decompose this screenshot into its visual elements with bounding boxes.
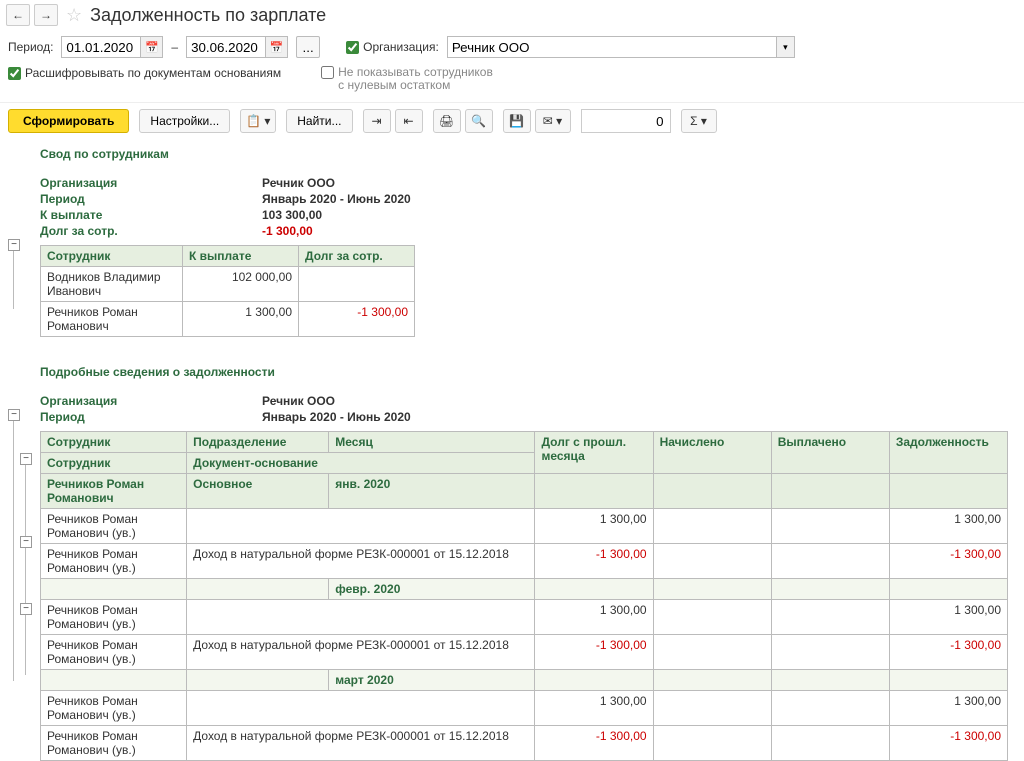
summary-table: Сотрудник К выплате Долг за сотр. Водник… xyxy=(40,245,415,337)
col-employee2: Сотрудник xyxy=(41,453,187,474)
calendar-to-icon[interactable]: 📅 xyxy=(266,36,288,58)
table-row: Водников Владимир Иванович 102 000,00 xyxy=(41,267,415,302)
expand-all-icon[interactable]: ⇥ xyxy=(363,109,391,133)
org-input[interactable] xyxy=(447,36,777,58)
org-dropdown-icon[interactable]: ▾ xyxy=(777,36,795,58)
date-to-input[interactable] xyxy=(186,36,266,58)
col-employee: Сотрудник xyxy=(41,246,183,267)
hide-zero-label: Не показывать сотрудников с нулевым оста… xyxy=(338,66,493,92)
summary-org-label: Организация xyxy=(40,176,262,190)
month-row: март 2020 xyxy=(41,670,1008,691)
period-ellipsis-button[interactable]: ... xyxy=(296,36,320,58)
col-debt: Задолженность xyxy=(889,432,1007,474)
date-from-input[interactable] xyxy=(61,36,141,58)
col-pay: К выплате xyxy=(183,246,299,267)
collapse-toggle-icon[interactable]: − xyxy=(20,536,32,548)
collapse-toggle-icon[interactable]: − xyxy=(20,603,32,615)
summary-debt-label: Долг за сотр. xyxy=(40,224,262,238)
find-button[interactable]: Найти... xyxy=(286,109,352,133)
detail-period-label: Период xyxy=(40,410,262,424)
print-icon[interactable]: 🖨 xyxy=(433,109,461,133)
detail-period-value: Январь 2020 - Июнь 2020 xyxy=(262,410,411,424)
expand-docs-checkbox[interactable] xyxy=(8,67,21,80)
detail-table: Сотрудник Подразделение Месяц Долг с про… xyxy=(40,431,1008,761)
settings-button[interactable]: Настройки... xyxy=(139,109,230,133)
table-row: Речников Роман Романович (ув.) 1 300,00 … xyxy=(41,691,1008,726)
form-report-button[interactable]: Сформировать xyxy=(8,109,129,133)
hide-zero-checkbox[interactable] xyxy=(321,66,334,79)
page-title: Задолженность по зарплате xyxy=(90,5,326,26)
org-checkbox[interactable] xyxy=(346,41,359,54)
summary-debt-value: -1 300,00 xyxy=(262,224,313,238)
summary-pay-label: К выплате xyxy=(40,208,262,222)
tree-gutter: − − − − − xyxy=(4,143,40,761)
preview-icon[interactable]: 🔍 xyxy=(465,109,493,133)
month-row: февр. 2020 xyxy=(41,579,1008,600)
sigma-dropdown-icon[interactable]: Σ ▾ xyxy=(681,109,717,133)
col-prev-debt: Долг с прошл. месяца xyxy=(535,432,653,474)
col-accrued: Начислено xyxy=(653,432,771,474)
col-paid: Выплачено xyxy=(771,432,889,474)
collapse-toggle-icon[interactable]: − xyxy=(8,239,20,251)
detail-org-value: Речник ООО xyxy=(262,394,335,408)
collapse-toggle-icon[interactable]: − xyxy=(20,453,32,465)
period-label: Период: xyxy=(8,40,53,54)
col-employee: Сотрудник xyxy=(41,432,187,453)
expand-docs-label: Расшифровывать по документам основаниям xyxy=(25,66,281,80)
calendar-from-icon[interactable]: 📅 xyxy=(141,36,163,58)
date-dash: – xyxy=(171,40,178,54)
group-row: Речников Роман Романович Основное янв. 2… xyxy=(41,474,1008,509)
section-title-detail: Подробные сведения о задолженности xyxy=(40,361,1024,383)
collapse-toggle-icon[interactable]: − xyxy=(8,409,20,421)
table-row: Речников Роман Романович 1 300,00 -1 300… xyxy=(41,302,415,337)
table-row: Речников Роман Романович (ув.) 1 300,00 … xyxy=(41,600,1008,635)
col-department: Подразделение xyxy=(187,432,329,453)
nav-forward-button[interactable]: → xyxy=(34,4,58,26)
section-title-summary: Свод по сотрудникам xyxy=(40,143,1024,165)
summary-period-value: Январь 2020 - Июнь 2020 xyxy=(262,192,411,206)
sum-input[interactable] xyxy=(581,109,671,133)
summary-pay-value: 103 300,00 xyxy=(262,208,322,222)
detail-org-label: Организация xyxy=(40,394,262,408)
table-row: Речников Роман Романович (ув.) Доход в н… xyxy=(41,726,1008,761)
col-month: Месяц xyxy=(329,432,535,453)
col-document: Документ-основание xyxy=(187,453,535,474)
table-row: Речников Роман Романович (ув.) Доход в н… xyxy=(41,544,1008,579)
variant-dropdown-button[interactable]: 📋 ▾ xyxy=(240,109,276,133)
summary-org-value: Речник ООО xyxy=(262,176,335,190)
save-icon[interactable]: 💾 xyxy=(503,109,531,133)
summary-period-label: Период xyxy=(40,192,262,206)
nav-back-button[interactable]: ← xyxy=(6,4,30,26)
table-row: Речников Роман Романович (ув.) 1 300,00 … xyxy=(41,509,1008,544)
collapse-all-icon[interactable]: ⇤ xyxy=(395,109,423,133)
col-debt: Долг за сотр. xyxy=(299,246,415,267)
favorite-star-icon[interactable]: ☆ xyxy=(66,5,82,26)
table-row: Речников Роман Романович (ув.) Доход в н… xyxy=(41,635,1008,670)
org-label: Организация: xyxy=(363,40,439,54)
email-dropdown-icon[interactable]: ✉ ▾ xyxy=(535,109,571,133)
